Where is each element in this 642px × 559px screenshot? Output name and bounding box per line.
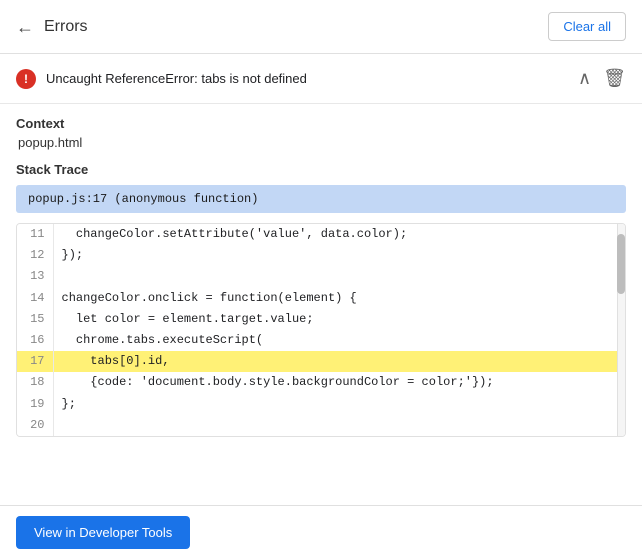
line-code: changeColor.onclick = function(element) … [53, 288, 625, 309]
line-code: }; [53, 394, 625, 415]
line-number: 13 [17, 266, 53, 287]
delete-error-icon[interactable]: 🗑 [603, 68, 626, 89]
table-row: 18 {code: 'document.body.style.backgroun… [17, 372, 625, 393]
error-message: Uncaught ReferenceError: tabs is not def… [46, 71, 307, 86]
details-section: Context popup.html Stack Trace popup.js:… [0, 104, 642, 437]
error-item-right: ∧ 🗑 [578, 68, 626, 89]
line-code: changeColor.setAttribute('value', data.c… [53, 224, 625, 245]
code-table: 11 changeColor.setAttribute('value', dat… [17, 224, 625, 436]
line-number: 15 [17, 309, 53, 330]
table-row: 20 [17, 415, 625, 436]
collapse-icon[interactable]: ∧ [578, 68, 591, 89]
header-left: ← Errors [16, 18, 88, 36]
dev-tools-button[interactable]: View in Developer Tools [16, 516, 190, 549]
bottom-bar: View in Developer Tools [0, 505, 642, 559]
line-number: 20 [17, 415, 53, 436]
line-number: 12 [17, 245, 53, 266]
line-code: chrome.tabs.executeScript( [53, 330, 625, 351]
context-label: Context [16, 116, 626, 131]
line-code [53, 415, 625, 436]
clear-all-button[interactable]: Clear all [548, 12, 626, 41]
scrollbar[interactable] [617, 224, 625, 436]
table-row: 15 let color = element.target.value; [17, 309, 625, 330]
back-button[interactable]: ← [16, 18, 34, 36]
line-code: }); [53, 245, 625, 266]
main-content: ! Uncaught ReferenceError: tabs is not d… [0, 54, 642, 505]
line-number: 11 [17, 224, 53, 245]
table-row: 17 tabs[0].id, [17, 351, 625, 372]
code-block: 11 changeColor.setAttribute('value', dat… [16, 223, 626, 437]
context-value: popup.html [16, 135, 626, 150]
table-row: 14changeColor.onclick = function(element… [17, 288, 625, 309]
table-row: 11 changeColor.setAttribute('value', dat… [17, 224, 625, 245]
line-number: 18 [17, 372, 53, 393]
page-title: Errors [44, 18, 88, 36]
line-number: 16 [17, 330, 53, 351]
scrollbar-thumb[interactable] [617, 234, 625, 294]
line-code: {code: 'document.body.style.backgroundCo… [53, 372, 625, 393]
stack-trace-highlight: popup.js:17 (anonymous function) [16, 185, 626, 213]
table-row: 19}; [17, 394, 625, 415]
line-code: let color = element.target.value; [53, 309, 625, 330]
table-row: 13 [17, 266, 625, 287]
error-item: ! Uncaught ReferenceError: tabs is not d… [0, 54, 642, 104]
line-number: 19 [17, 394, 53, 415]
page-header: ← Errors Clear all [0, 0, 642, 54]
error-item-left: ! Uncaught ReferenceError: tabs is not d… [16, 69, 307, 89]
table-row: 16 chrome.tabs.executeScript( [17, 330, 625, 351]
line-number: 14 [17, 288, 53, 309]
error-icon: ! [16, 69, 36, 89]
line-code [53, 266, 625, 287]
line-code: tabs[0].id, [53, 351, 625, 372]
stack-trace-label: Stack Trace [16, 162, 626, 177]
table-row: 12}); [17, 245, 625, 266]
line-number: 17 [17, 351, 53, 372]
